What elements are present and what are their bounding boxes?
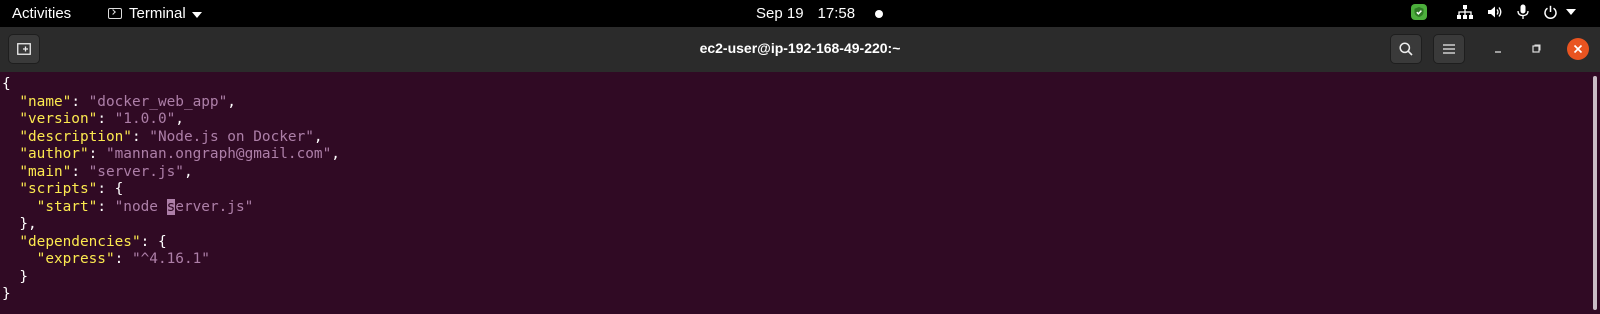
- json-key: "start": [36, 198, 98, 215]
- shield-check-icon[interactable]: [1411, 4, 1427, 20]
- search-icon: [1399, 42, 1413, 56]
- close-icon: [1573, 44, 1583, 54]
- caret-down-icon: [191, 11, 202, 18]
- json-line-express: "express": "^4.16.1": [36, 251, 210, 267]
- clock-time: 17:58: [817, 5, 856, 22]
- clock-date: Sep 19: [756, 5, 804, 22]
- close-button[interactable]: [1567, 38, 1589, 60]
- json-key: "version": [19, 111, 98, 127]
- terminal-icon: [108, 8, 122, 19]
- json-line-scripts-close: },: [2, 216, 37, 232]
- app-menu-label: Terminal: [129, 5, 186, 22]
- microphone-icon: [1517, 4, 1529, 20]
- json-key: "name": [19, 93, 72, 110]
- json-key: "description": [19, 128, 132, 145]
- network-icon: [1457, 5, 1473, 19]
- json-value: "1.0.0": [114, 111, 176, 127]
- power-icon: [1543, 5, 1558, 20]
- json-line-author: "author": "mannan.ongraph@gmail.com",: [19, 146, 340, 162]
- json-line-version: "version": "1.0.0",: [19, 111, 184, 127]
- minimize-button[interactable]: [1487, 38, 1509, 60]
- json-open-brace: {: [2, 76, 11, 92]
- top-bar: Activities Terminal Sep 19 17:58: [0, 0, 1600, 27]
- json-line-main: "main": "server.js",: [19, 163, 193, 180]
- json-value: "docker_web_app": [88, 93, 228, 110]
- json-value: "server.js": [88, 163, 184, 180]
- maximize-button[interactable]: [1525, 38, 1547, 60]
- minimize-icon: [1495, 51, 1501, 53]
- json-key: "express": [36, 251, 115, 267]
- menu-button[interactable]: [1433, 34, 1465, 64]
- system-status-menu[interactable]: [1397, 4, 1576, 20]
- json-line-name: "name": "docker_web_app",: [19, 93, 236, 110]
- json-key: "scripts": [19, 181, 98, 197]
- activities-button[interactable]: Activities: [12, 5, 71, 22]
- json-key: "dependencies": [19, 233, 141, 250]
- hamburger-menu-icon: [1443, 44, 1455, 54]
- status-caret-down-icon: [1566, 9, 1576, 15]
- window-title: ec2-user@ip-192-168-49-220:~: [699, 40, 901, 56]
- terminal-output[interactable]: { "name": "docker_web_app", "version": "…: [0, 72, 1590, 314]
- json-line-dependencies: "dependencies": {: [19, 233, 167, 250]
- json-key: "main": [19, 163, 72, 180]
- maximize-icon: [1532, 44, 1541, 53]
- search-button[interactable]: [1390, 34, 1422, 64]
- json-value: "mannan.ongraph@gmail.com": [105, 146, 332, 162]
- notification-dot-icon: [875, 9, 884, 18]
- json-value: "Node.js on Docker": [149, 128, 314, 145]
- volume-icon: [1487, 5, 1503, 19]
- json-line-description: "description": "Node.js on Docker",: [19, 128, 323, 145]
- terminal-header-bar: ec2-user@ip-192-168-49-220:~: [0, 27, 1600, 73]
- json-close-brace: }: [2, 286, 11, 302]
- terminal-scrollbar[interactable]: [1590, 72, 1600, 314]
- json-value: "node server.js": [114, 198, 254, 215]
- json-value: "^4.16.1": [131, 251, 210, 267]
- json-line-start: "start": "node server.js": [36, 198, 254, 215]
- json-key: "author": [19, 146, 89, 162]
- text-cursor: s: [166, 198, 176, 215]
- json-line-deps-close: }: [2, 268, 28, 285]
- clock[interactable]: Sep 19 17:58: [756, 5, 884, 22]
- scrollbar-thumb[interactable]: [1593, 76, 1597, 310]
- json-line-scripts: "scripts": {: [19, 181, 124, 197]
- app-menu-button[interactable]: Terminal: [108, 5, 202, 22]
